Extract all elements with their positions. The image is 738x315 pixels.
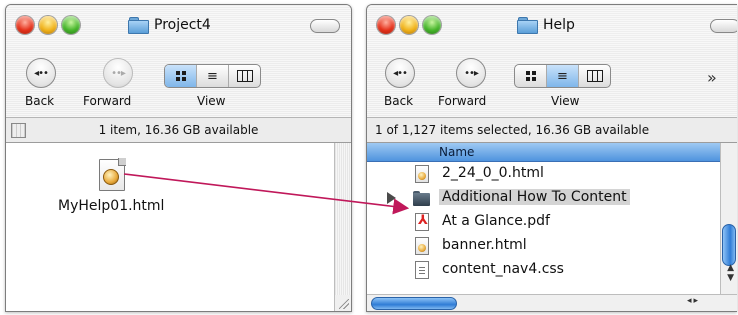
forward-label: Forward xyxy=(438,94,487,108)
list-item[interactable]: banner.html xyxy=(367,234,720,258)
toolbar-toggle-button[interactable] xyxy=(310,19,340,33)
close-button[interactable] xyxy=(377,16,395,34)
folder-icon xyxy=(517,17,538,34)
icon-view-button[interactable] xyxy=(165,65,197,87)
status-text: 1 of 1,127 items selected, 16.36 GB avai… xyxy=(375,123,650,137)
status-bar: 1 of 1,127 items selected, 16.36 GB avai… xyxy=(367,118,737,143)
finder-window-help: Help ◂•• Back ••▸ Forward ≡ View » 1 of … xyxy=(366,4,737,312)
back-button[interactable]: ◂•• xyxy=(26,58,56,88)
window-title-text: Help xyxy=(543,17,575,33)
view-label: View xyxy=(197,94,226,108)
resize-handle[interactable] xyxy=(335,295,351,311)
list-item[interactable]: content_nav4.css xyxy=(367,258,720,282)
close-button[interactable] xyxy=(16,16,34,34)
folder-icon xyxy=(413,189,431,207)
finder-window-project4: Project4 ◂•• Back ••▸ Forward ≡ View 1 i… xyxy=(5,4,352,312)
vertical-scrollbar[interactable]: ▲ ▼ xyxy=(720,143,737,295)
list-item-selected[interactable]: Additional How To Content xyxy=(367,186,720,210)
folder-icon xyxy=(128,17,149,34)
disclosure-triangle-icon[interactable] xyxy=(387,192,396,204)
window-title: Project4 xyxy=(128,15,211,35)
list-view-icon: ≡ xyxy=(557,68,568,84)
minimize-button[interactable] xyxy=(39,16,57,34)
status-bar: 1 item, 16.36 GB available xyxy=(6,118,351,143)
window-title: Help xyxy=(517,15,575,35)
html-document-icon xyxy=(413,237,431,255)
column-view-button[interactable] xyxy=(229,65,260,87)
icon-view-button[interactable] xyxy=(515,65,547,87)
title-bar[interactable]: Project4 xyxy=(6,5,351,47)
title-bar[interactable]: Help xyxy=(367,5,737,47)
view-control: ≡ xyxy=(514,64,611,88)
list-item-label: Additional How To Content xyxy=(439,189,630,205)
column-view-button[interactable] xyxy=(579,65,610,87)
file-icon-myhelp01[interactable] xyxy=(99,158,126,191)
toolbar: ◂•• Back ••▸ Forward ≡ View » xyxy=(367,47,737,118)
list-item-label: content_nav4.css xyxy=(442,261,564,277)
view-label: View xyxy=(551,94,580,108)
window-title-text: Project4 xyxy=(154,17,211,33)
forward-label: Forward xyxy=(83,94,132,108)
horizontal-scrollbar[interactable]: ◂▸ xyxy=(367,294,737,311)
list-item-label: banner.html xyxy=(442,237,527,253)
css-document-icon xyxy=(413,261,431,279)
list-item[interactable]: At a Glance.pdf xyxy=(367,210,720,234)
forward-button[interactable]: ••▸ xyxy=(456,58,486,88)
list-view-icon: ≡ xyxy=(207,68,218,84)
horizontal-scroll-thumb[interactable] xyxy=(371,297,457,310)
list-item-label: At a Glance.pdf xyxy=(442,213,550,229)
forward-button[interactable]: ••▸ xyxy=(103,58,133,88)
column-view-icon xyxy=(586,70,603,82)
list-item[interactable]: 2_24_0_0.html xyxy=(367,162,720,186)
status-text: 1 item, 16.36 GB available xyxy=(98,123,259,137)
back-button[interactable]: ◂•• xyxy=(385,58,415,88)
icon-view-icon xyxy=(525,71,536,81)
scroll-arrows-icon[interactable]: ▲ ▼ xyxy=(727,263,734,283)
file-list: 2_24_0_0.html Additional How To Content … xyxy=(367,162,720,282)
html-document-icon xyxy=(413,165,431,183)
vertical-scroll-thumb[interactable] xyxy=(722,224,736,266)
list-item-label: 2_24_0_0.html xyxy=(442,165,544,181)
list-view-button[interactable]: ≡ xyxy=(197,65,229,87)
zoom-button[interactable] xyxy=(423,16,441,34)
html-document-icon xyxy=(99,158,126,191)
column-view-icon xyxy=(236,70,253,82)
minimize-button[interactable] xyxy=(400,16,418,34)
horizontal-scroll-arrows-icon[interactable]: ◂▸ xyxy=(687,296,700,306)
pdf-document-icon xyxy=(413,213,431,231)
column-header-name[interactable]: Name xyxy=(367,143,737,162)
vertical-scrollbar[interactable] xyxy=(334,143,351,311)
zoom-button[interactable] xyxy=(62,16,80,34)
back-label: Back xyxy=(384,94,414,108)
list-view-button[interactable]: ≡ xyxy=(547,65,579,87)
file-name-label[interactable]: MyHelp01.html xyxy=(58,198,164,214)
file-area[interactable]: MyHelp01.html xyxy=(6,143,351,311)
column-header-label: Name xyxy=(439,145,475,159)
icon-view-icon xyxy=(175,71,186,81)
toolbar-overflow-icon[interactable]: » xyxy=(707,68,717,87)
back-label: Back xyxy=(25,94,55,108)
toolbar: ◂•• Back ••▸ Forward ≡ View xyxy=(6,47,351,118)
toolbar-toggle-button[interactable] xyxy=(710,19,737,33)
view-control: ≡ xyxy=(164,64,261,88)
